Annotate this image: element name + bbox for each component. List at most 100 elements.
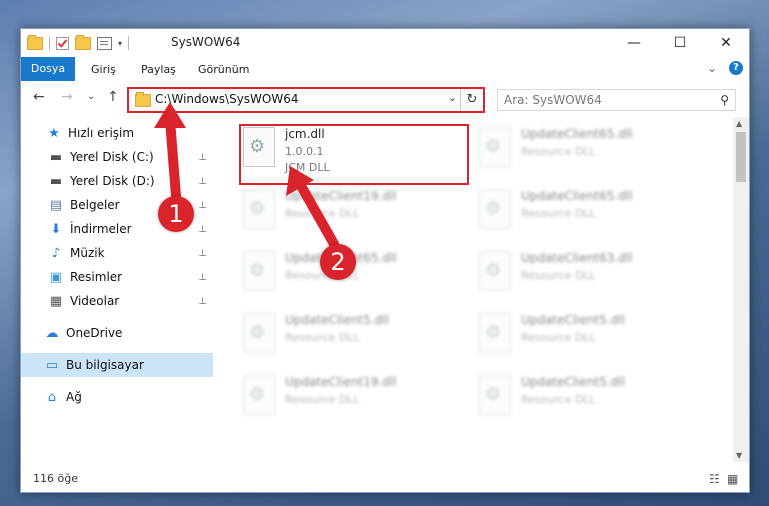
drive-icon: ▬	[49, 173, 63, 189]
sidebar-item-label: Resimler	[70, 270, 123, 284]
file-name: UpdateClient19.dll	[285, 189, 397, 203]
step-badge-2: 2	[320, 244, 356, 280]
file-name: UpdateClient19.dll	[285, 375, 397, 389]
search-placeholder: Ara: SysWOW64	[504, 93, 602, 107]
tiles-view-icon[interactable]: ▦	[727, 472, 741, 486]
file-description: Resource DLL	[521, 207, 596, 220]
vertical-scrollbar[interactable]: ▲ ▼	[733, 117, 749, 462]
network-icon: ⌂	[47, 389, 57, 405]
sidebar-item-pictures[interactable]: ▣ Resimler ⊥	[21, 265, 213, 289]
scroll-up-arrow[interactable]: ▲	[736, 119, 742, 128]
sidebar-item-label: Yerel Disk (D:)	[70, 174, 155, 188]
maximize-button[interactable]: ☐	[657, 29, 703, 57]
sidebar-item-drive-c[interactable]: ▬ Yerel Disk (C:) ⊥	[21, 145, 213, 169]
sidebar-item-videos[interactable]: ▦ Videolar ⊥	[21, 289, 213, 313]
tab-home[interactable]: Giriş	[91, 59, 116, 81]
sidebar-item-label: Videolar	[70, 294, 120, 308]
pin-icon[interactable]: ⊥	[198, 224, 207, 235]
pin-icon[interactable]: ⊥	[198, 248, 207, 259]
up-button[interactable]: ↑	[107, 89, 119, 105]
dll-file-icon	[243, 375, 275, 415]
properties-check-icon[interactable]	[56, 36, 69, 50]
divider	[128, 36, 130, 50]
sidebar-item-label: İndirmeler	[70, 222, 132, 236]
tab-file[interactable]: Dosya	[21, 57, 75, 81]
recent-locations-button[interactable]: ⌄	[87, 91, 95, 102]
folder-icon	[27, 34, 43, 50]
documents-icon: ▤	[49, 197, 63, 213]
sidebar-item-network[interactable]: ⌂ Ağ	[21, 385, 213, 409]
refresh-button[interactable]: ↻	[460, 89, 483, 111]
download-icon: ⬇	[50, 221, 62, 237]
tab-share[interactable]: Paylaş	[141, 59, 176, 81]
help-icon[interactable]: ?	[729, 61, 743, 75]
file-item[interactable]: UpdateClient63.dll Resource DLL	[457, 247, 657, 307]
search-input[interactable]: Ara: SysWOW64 ⚲	[497, 89, 736, 111]
sidebar-item-label: Hızlı erişim	[68, 126, 135, 140]
file-description: Resource DLL	[521, 145, 596, 158]
forward-button[interactable]: →	[61, 89, 73, 105]
tab-view[interactable]: Görünüm	[198, 59, 249, 81]
dll-file-icon	[243, 251, 275, 291]
chevron-down-icon[interactable]: ▾	[118, 39, 122, 48]
sidebar-item-label: Müzik	[70, 246, 105, 260]
ribbon-tabs: Dosya Giriş Paylaş Görünüm ⌄ ?	[21, 57, 749, 82]
dll-file-icon	[479, 375, 511, 415]
folder-icon	[135, 92, 151, 107]
scrollbar-thumb[interactable]	[736, 132, 746, 182]
close-button[interactable]: ✕	[703, 29, 749, 57]
sidebar-item-label: Bu bilgisayar	[66, 358, 144, 372]
sidebar-item-this-pc[interactable]: ▭ Bu bilgisayar	[21, 353, 213, 377]
window-controls: — ☐ ✕	[611, 29, 749, 57]
sidebar-item-drive-d[interactable]: ▬ Yerel Disk (D:) ⊥	[21, 169, 213, 193]
address-path[interactable]: C:\Windows\SysWOW64	[155, 92, 299, 106]
details-view-icon[interactable]: ☷	[709, 472, 723, 486]
pin-icon[interactable]: ⊥	[198, 272, 207, 283]
file-name: UpdateClient65.dll	[521, 189, 633, 203]
file-description: Resource DLL	[285, 207, 360, 220]
pin-icon[interactable]: ⊥	[198, 176, 207, 187]
file-item[interactable]: UpdateClient65.dll Resource DLL	[457, 123, 657, 183]
file-item[interactable]: UpdateClient5.dll Resource DLL	[457, 371, 657, 431]
file-item[interactable]: UpdateClient5.dll Resource DLL	[457, 309, 657, 369]
sidebar-item-onedrive[interactable]: ☁ OneDrive	[21, 321, 213, 345]
minimize-button[interactable]: —	[611, 29, 657, 57]
dll-file-icon	[243, 313, 275, 353]
videos-icon: ▦	[49, 293, 63, 309]
file-description: Resource DLL	[521, 331, 596, 344]
dll-file-icon	[479, 189, 511, 229]
file-item[interactable]: UpdateClient65.dll Resource DLL	[457, 185, 657, 245]
scroll-down-arrow[interactable]: ▼	[736, 451, 742, 460]
item-count: 116 öğe	[33, 472, 78, 485]
pin-icon[interactable]: ⊥	[198, 152, 207, 163]
address-bar[interactable]: C:\Windows\SysWOW64 ⌄ ↻	[127, 87, 485, 113]
file-name: UpdateClient63.dll	[521, 251, 633, 265]
file-item[interactable]: UpdateClient19.dll Resource DLL	[221, 371, 421, 431]
file-description: Resource DLL	[285, 331, 360, 344]
file-item[interactable]: UpdateClient5.dll Resource DLL	[221, 309, 421, 369]
new-folder-icon[interactable]	[75, 34, 91, 50]
file-description: Resource DLL	[285, 393, 360, 406]
quick-access-toolbar: ▾	[27, 34, 130, 51]
sidebar-item-music[interactable]: ♪ Müzik ⊥	[21, 241, 213, 265]
music-icon: ♪	[51, 245, 61, 261]
drive-icon: ▬	[49, 149, 63, 165]
customize-icon[interactable]	[97, 36, 112, 50]
sidebar-item-label: Ağ	[66, 390, 82, 404]
ribbon-right: ⌄ ?	[707, 61, 743, 75]
expand-ribbon-icon[interactable]: ⌄	[707, 61, 717, 75]
pin-icon[interactable]: ⊥	[198, 200, 207, 211]
dll-file-icon	[479, 313, 511, 353]
sidebar-item-quick-access[interactable]: ★ Hızlı erişim	[21, 121, 213, 145]
navigation-pane: ★ Hızlı erişim ▬ Yerel Disk (C:) ⊥ ▬ Yerel Dis…	[21, 119, 213, 459]
sidebar-item-label: Yerel Disk (C:)	[70, 150, 154, 164]
highlight-box	[239, 124, 469, 185]
pin-icon[interactable]: ⊥	[198, 296, 207, 307]
chevron-down-icon[interactable]: ⌄	[448, 91, 457, 104]
back-button[interactable]: ←	[33, 89, 45, 105]
star-icon: ★	[48, 125, 60, 141]
file-item[interactable]: UpdateClient19.dll Resource DLL	[221, 185, 421, 245]
explorer-window: ▾ SysWOW64 — ☐ ✕ Dosya Giriş Paylaş Görü…	[20, 28, 750, 493]
search-icon[interactable]: ⚲	[720, 93, 729, 107]
step-badge-1: 1	[158, 196, 194, 232]
